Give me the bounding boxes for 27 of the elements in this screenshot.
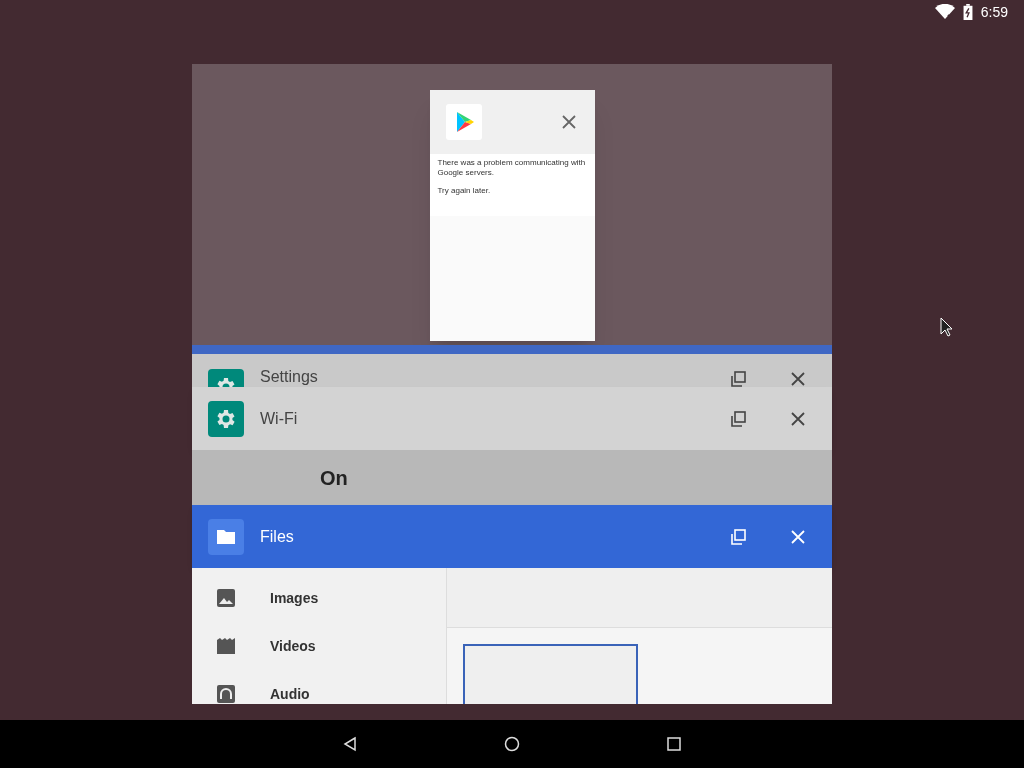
back-icon[interactable] <box>342 736 358 752</box>
error-message: There was a problem communicating with Google servers. <box>437 158 587 178</box>
home-icon[interactable] <box>504 736 520 752</box>
restore-icon[interactable] <box>728 408 748 429</box>
overview-icon[interactable] <box>666 736 682 752</box>
restore-icon[interactable] <box>728 526 748 547</box>
window-header[interactable]: Files <box>192 505 832 568</box>
window-header[interactable]: Wi-Fi <box>192 387 832 450</box>
dialog-card[interactable]: There was a problem communicating with Google servers. Try again later. <box>429 90 595 341</box>
film-icon <box>216 636 236 656</box>
root-item[interactable]: Videos <box>270 636 316 656</box>
restore-icon[interactable] <box>728 369 748 387</box>
window-title: Files <box>260 528 294 545</box>
window-title: Settings <box>260 369 318 385</box>
mouse-pointer-icon <box>940 317 954 337</box>
file-thumbnail[interactable] <box>463 644 638 704</box>
root-item[interactable]: Images <box>270 588 319 608</box>
root-item[interactable]: Audio <box>270 684 310 704</box>
status-text: On <box>320 465 348 491</box>
close-icon[interactable] <box>788 369 808 387</box>
battery-charging-icon <box>962 4 973 20</box>
play-store-icon <box>445 104 482 140</box>
retry-hint: Try again later. <box>437 186 492 196</box>
window-title: Wi-Fi <box>260 410 298 427</box>
image-icon <box>216 588 236 608</box>
window-header[interactable]: Settings <box>192 354 832 387</box>
clock: 6:59 <box>980 3 1008 22</box>
